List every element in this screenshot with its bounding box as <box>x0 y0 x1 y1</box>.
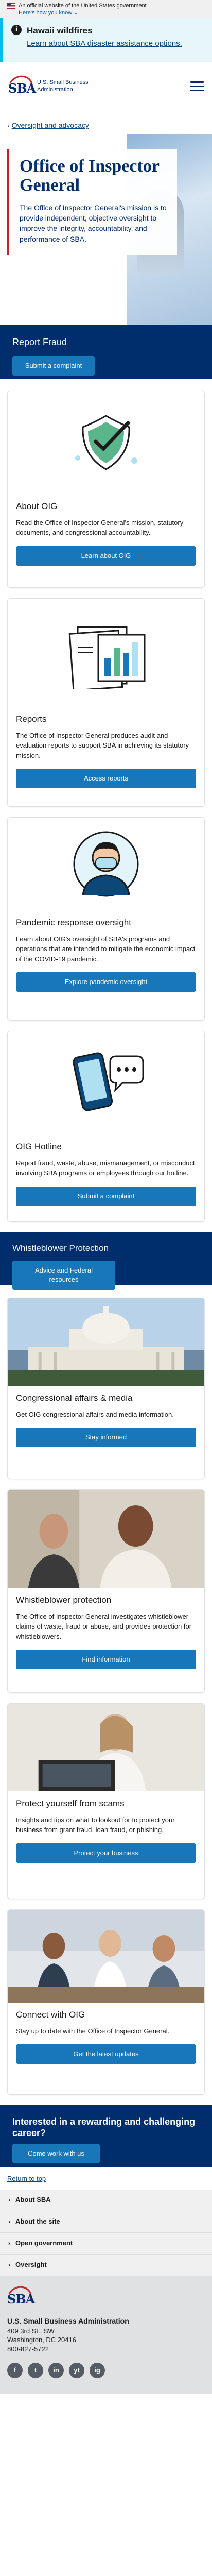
wildfire-alert: i Hawaii wildfires Learn about SBA disas… <box>0 18 212 62</box>
card-about-oig: About OIG Read the Office of Inspector G… <box>7 391 205 588</box>
hero-description: The Office of Inspector General's missio… <box>20 203 167 243</box>
cards-section-b: Congressional affairs & media Get OIG co… <box>0 1298 212 2095</box>
card-title: Reports <box>16 714 47 724</box>
card-congressional: Congressional affairs & media Get OIG co… <box>7 1298 205 1479</box>
card-text: Learn about OIG's oversight of SBA's pro… <box>16 935 196 963</box>
alert-title: Hawaii wildfires <box>27 26 93 36</box>
card-pandemic: Pandemic response oversight Learn about … <box>7 817 205 1021</box>
breadcrumb-oversight-link[interactable]: ‹ Oversight and advocacy <box>7 121 89 131</box>
card-hotline: OIG Hotline Report fraud, waste, abuse, … <box>7 1031 205 1222</box>
phone-chat-icon <box>8 1031 204 1134</box>
career-title: Interested in a rewarding and challengin… <box>12 2116 196 2138</box>
explore-pandemic-oversight-button[interactable]: Explore pandemic oversight <box>16 972 196 992</box>
chevron-left-icon: ‹ <box>7 121 10 129</box>
footer-address-line1: 409 3rd St., SW <box>7 2327 55 2335</box>
card-reports: Reports The Office of Inspector General … <box>7 598 205 807</box>
card-text: Read the Office of Inspector General's m… <box>16 518 184 537</box>
stay-informed-button[interactable]: Stay informed <box>16 1428 196 1448</box>
footer-phone: 800-827-5722 <box>7 2345 49 2353</box>
page-title: Office of Inspector General <box>20 157 160 195</box>
access-reports-button[interactable]: Access reports <box>16 769 196 789</box>
card-title: Pandemic response oversight <box>16 918 131 927</box>
chevron-right-icon: › <box>8 2196 10 2204</box>
hero: Office of Inspector General The Office o… <box>0 134 212 325</box>
federal-resources-button[interactable]: Advice and Federal resources <box>12 1260 115 1290</box>
whistleblower-band: Whistleblower Protection Advice and Fede… <box>0 1232 212 1290</box>
social-links: f t in yt ig <box>7 2363 205 2379</box>
masked-person-icon <box>8 818 204 910</box>
footer-bottom: SBA U.S. Small Business Administration 4… <box>0 2276 212 2394</box>
laptop-woman-photo <box>8 1704 204 1791</box>
card-title: Connect with OIG <box>16 2010 85 2020</box>
team-meeting-photo <box>8 1910 204 2003</box>
card-text: Insights and tips on what to lookout for… <box>16 1816 175 1834</box>
card-connect: Connect with OIG Stay up to date with th… <box>7 1909 205 2095</box>
report-fraud-band: Report Fraud Submit a complaint <box>0 325 212 379</box>
info-icon: i <box>11 25 22 35</box>
come-work-with-us-button[interactable]: Come work with us <box>12 2144 100 2164</box>
sba-logo-mark: SBA <box>5 72 36 101</box>
how-you-know-link[interactable]: Here's how you know ⌄ <box>19 9 78 16</box>
chevron-right-icon: › <box>8 2240 10 2247</box>
accordion-about-site[interactable]: › About the site <box>0 2211 212 2233</box>
return-to-top-link[interactable]: Return to top <box>7 2175 46 2182</box>
whistleblower-band-title: Whistleblower Protection <box>12 1243 109 1253</box>
footer-agency-name: U.S. Small Business Administration <box>7 2317 129 2325</box>
card-text: The Office of Inspector General produces… <box>16 731 189 759</box>
chevron-right-icon: › <box>8 2218 10 2226</box>
protect-business-button[interactable]: Protect your business <box>16 1843 196 1863</box>
card-title: Congressional affairs & media <box>16 1393 133 1403</box>
card-title: Protect yourself from scams <box>16 1799 125 1808</box>
linkedin-icon[interactable]: in <box>48 2363 64 2379</box>
shield-check-icon <box>8 391 204 494</box>
hero-card: Office of Inspector General The Office o… <box>7 149 177 255</box>
logo-text: U.S. Small Business Administration <box>37 79 89 93</box>
card-whistleblower-protection: Whistleblower protection The Office of I… <box>7 1489 205 1693</box>
card-scams: Protect yourself from scams Insights and… <box>7 1703 205 1899</box>
card-title: Whistleblower protection <box>16 1595 112 1605</box>
chevron-down-icon: ⌄ <box>74 10 79 16</box>
get-latest-updates-button[interactable]: Get the latest updates <box>16 2044 196 2064</box>
disaster-assistance-link[interactable]: Learn about SBA disaster assistance opti… <box>27 39 182 48</box>
career-band: Interested in a rewarding and challengin… <box>0 2105 212 2167</box>
hotline-submit-complaint-button[interactable]: Submit a complaint <box>16 1186 196 1206</box>
card-text: Report fraud, waste, abuse, mismanagemen… <box>16 1159 195 1177</box>
gov-banner: An official website of the United States… <box>0 0 212 18</box>
report-fraud-title: Report Fraud <box>12 337 67 347</box>
return-to-top: Return to top <box>0 2167 212 2190</box>
instagram-icon[interactable]: ig <box>90 2363 105 2379</box>
find-information-button[interactable]: Find information <box>16 1650 196 1670</box>
submit-complaint-button[interactable]: Submit a complaint <box>12 356 95 376</box>
card-text: Get OIG congressional affairs and media … <box>16 1410 174 1418</box>
accordion-open-government[interactable]: › Open government <box>0 2233 212 2255</box>
facebook-icon[interactable]: f <box>7 2363 23 2379</box>
youtube-icon[interactable]: yt <box>69 2363 84 2379</box>
us-flag-icon <box>7 3 15 9</box>
learn-about-oig-button[interactable]: Learn about OIG <box>16 546 196 566</box>
gov-banner-text: An official website of the United States… <box>19 3 147 9</box>
card-text: The Office of Inspector General investig… <box>16 1612 192 1640</box>
accordion-oversight[interactable]: › Oversight <box>0 2255 212 2276</box>
accordion-about-sba[interactable]: › About SBA <box>0 2190 212 2211</box>
capitol-photo <box>8 1298 204 1386</box>
women-meeting-photo <box>8 1490 204 1588</box>
breadcrumb: ‹ Oversight and advocacy <box>0 111 212 134</box>
chevron-right-icon: › <box>8 2261 10 2269</box>
twitter-icon[interactable]: t <box>28 2363 43 2379</box>
card-title: OIG Hotline <box>16 1142 62 1151</box>
cards-section-a: About OIG Read the Office of Inspector G… <box>0 379 212 1222</box>
card-text: Stay up to date with the Office of Inspe… <box>16 2027 170 2035</box>
menu-icon[interactable] <box>190 81 204 91</box>
sba-logo[interactable]: SBA U.S. Small Business Administration <box>5 72 89 101</box>
footer-sba-logo[interactable]: SBA <box>4 2283 35 2312</box>
footer-address-line2: Washington, DC 20416 <box>7 2336 76 2344</box>
footer-accordion: › About SBA › About the site › Open governm… <box>0 2190 212 2276</box>
site-header: SBA U.S. Small Business Administration <box>0 62 212 111</box>
report-chart-icon <box>8 599 204 707</box>
card-title: About OIG <box>16 501 58 511</box>
